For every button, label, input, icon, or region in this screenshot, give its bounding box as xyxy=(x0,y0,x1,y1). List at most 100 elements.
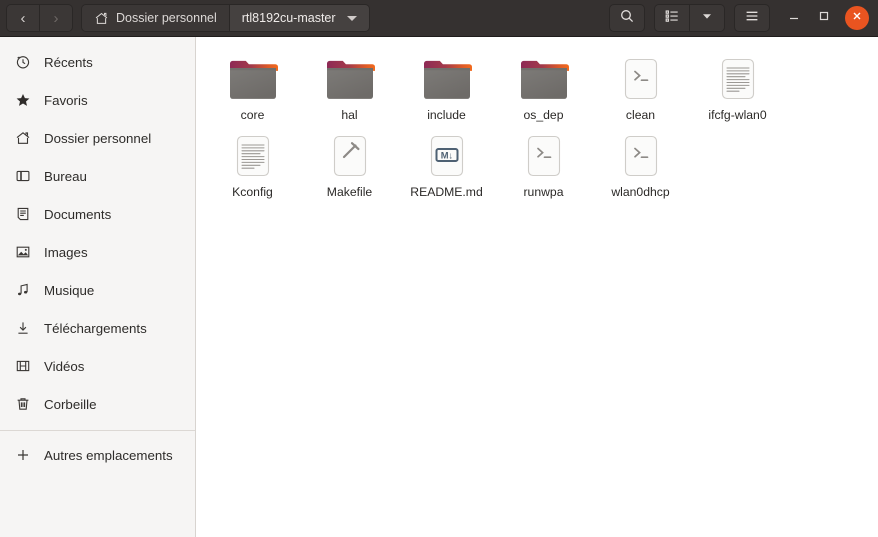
file-item-label: clean xyxy=(625,108,656,122)
breadcrumb-label-current: rtl8192cu-master xyxy=(241,11,336,25)
file-item[interactable]: os_dep xyxy=(495,45,592,122)
sidebar-item-label: Corbeille xyxy=(44,396,97,412)
file-item-label: Kconfig xyxy=(232,185,273,200)
search-icon xyxy=(619,8,635,29)
forward-button[interactable]: › xyxy=(39,5,72,31)
header-right-group xyxy=(609,0,878,36)
sidebar-item-downloads[interactable]: Téléchargements xyxy=(0,309,195,347)
text-icon xyxy=(718,51,758,103)
home-icon xyxy=(94,11,109,26)
search-button[interactable] xyxy=(609,4,645,32)
clock-icon xyxy=(14,54,31,71)
sidebar-item-label: Documents xyxy=(44,206,112,222)
sidebar-item-other-locations[interactable]: Autres emplacements xyxy=(0,436,195,474)
star-icon xyxy=(14,92,31,109)
file-grid-view[interactable]: core hal include os_dep clean ifcfg-wlan… xyxy=(196,37,878,537)
file-item-label: os_dep xyxy=(523,108,564,122)
file-item[interactable]: Makefile xyxy=(301,122,398,199)
breadcrumb-item-current[interactable]: rtl8192cu-master xyxy=(228,5,369,31)
sidebar-item-desktop[interactable]: Bureau xyxy=(0,157,195,195)
breadcrumb-label-home: Dossier personnel xyxy=(116,11,217,25)
minimize-button[interactable] xyxy=(779,3,809,33)
view-dropdown-button[interactable] xyxy=(689,5,724,31)
file-item-label: ifcfg-wlan0 xyxy=(708,108,767,122)
sidebar-item-label: Dossier personnel xyxy=(44,130,152,146)
sidebar-item-music[interactable]: Musique xyxy=(0,271,195,309)
maximize-button[interactable] xyxy=(809,3,839,33)
text-icon xyxy=(233,128,273,180)
close-button[interactable] xyxy=(845,6,869,30)
file-item-label: Makefile xyxy=(326,185,373,200)
file-item-label: include xyxy=(427,108,466,122)
file-grid: core hal include os_dep clean ifcfg-wlan… xyxy=(204,45,878,200)
hamburger-menu-icon xyxy=(744,8,760,29)
main-menu-button[interactable] xyxy=(734,4,770,32)
folder-icon xyxy=(421,51,473,103)
sidebar-item-videos[interactable]: Vidéos xyxy=(0,347,195,385)
document-icon xyxy=(14,206,31,223)
file-manager-window: ‹ › Dossier personnel rtl8192cu-master R… xyxy=(0,0,878,537)
file-item[interactable]: hal xyxy=(301,45,398,122)
script-icon xyxy=(621,51,661,103)
view-list-button[interactable] xyxy=(655,5,689,31)
script-icon xyxy=(524,128,564,180)
breadcrumb: Dossier personnel rtl8192cu-master xyxy=(81,4,370,32)
home-icon xyxy=(14,130,31,147)
file-item[interactable]: include xyxy=(398,45,495,122)
file-item[interactable]: wlan0dhcp xyxy=(592,122,689,199)
sidebar-item-documents[interactable]: Documents xyxy=(0,195,195,233)
chevron-down-icon xyxy=(346,15,357,21)
svg-text:M↓: M↓ xyxy=(440,150,453,161)
sidebar-item-home[interactable]: Dossier personnel xyxy=(0,119,195,157)
sidebar-item-label: Bureau xyxy=(44,168,87,184)
file-item[interactable]: Kconfig xyxy=(204,122,301,199)
file-item-label: wlan0dhcp xyxy=(611,185,670,200)
maximize-icon xyxy=(817,9,831,28)
chevron-right-icon: › xyxy=(53,9,59,27)
file-item[interactable]: M↓ README.md xyxy=(398,122,495,199)
sidebar-separator xyxy=(0,430,195,431)
sidebar-item-label: Images xyxy=(44,244,88,260)
download-icon xyxy=(14,320,31,337)
sidebar-item-pictures[interactable]: Images xyxy=(0,233,195,271)
picture-icon xyxy=(14,244,31,261)
file-item-label: runwpa xyxy=(523,185,564,200)
sidebar-item-trash[interactable]: Corbeille xyxy=(0,385,195,423)
sidebar-item-label: Musique xyxy=(44,282,95,298)
trash-icon xyxy=(14,396,31,413)
file-item[interactable]: core xyxy=(204,45,301,122)
sidebar-item-label: Favoris xyxy=(44,92,88,108)
markdown-icon: M↓ xyxy=(427,128,467,180)
file-item-label: core xyxy=(240,108,265,122)
file-item-label: README.md xyxy=(410,185,483,200)
sidebar-item-label: Autres emplacements xyxy=(44,447,173,463)
view-list-icon xyxy=(664,8,680,29)
sidebar-item-recents[interactable]: Récents xyxy=(0,43,195,81)
film-icon xyxy=(14,358,31,375)
minimize-icon xyxy=(787,9,801,28)
window-body: Récents Favoris Dossier personnel Bureau… xyxy=(0,37,878,537)
navigation-button-group: ‹ › xyxy=(6,4,73,32)
breadcrumb-item-home[interactable]: Dossier personnel xyxy=(82,5,229,31)
sidebar-item-favorites[interactable]: Favoris xyxy=(0,81,195,119)
chevron-down-icon xyxy=(701,9,713,27)
file-item-label: hal xyxy=(341,108,358,122)
back-button[interactable]: ‹ xyxy=(7,5,39,31)
plus-icon xyxy=(14,447,31,464)
sidebar-item-label: Récents xyxy=(44,54,93,70)
file-item[interactable]: ifcfg-wlan0 xyxy=(689,45,786,122)
view-options-group xyxy=(654,4,725,32)
folder-icon xyxy=(518,51,570,103)
desktop-icon xyxy=(14,168,31,185)
music-note-icon xyxy=(14,282,31,299)
header-left-group: ‹ › Dossier personnel rtl8192cu-master xyxy=(0,4,370,32)
close-icon xyxy=(851,9,863,27)
file-item[interactable]: runwpa xyxy=(495,122,592,199)
script-icon xyxy=(621,128,661,180)
makefile-icon xyxy=(330,128,370,180)
folder-icon xyxy=(324,51,376,103)
chevron-left-icon: ‹ xyxy=(20,9,26,27)
folder-icon xyxy=(227,51,279,103)
file-item[interactable]: clean xyxy=(592,45,689,122)
header-bar: ‹ › Dossier personnel rtl8192cu-master xyxy=(0,0,878,37)
